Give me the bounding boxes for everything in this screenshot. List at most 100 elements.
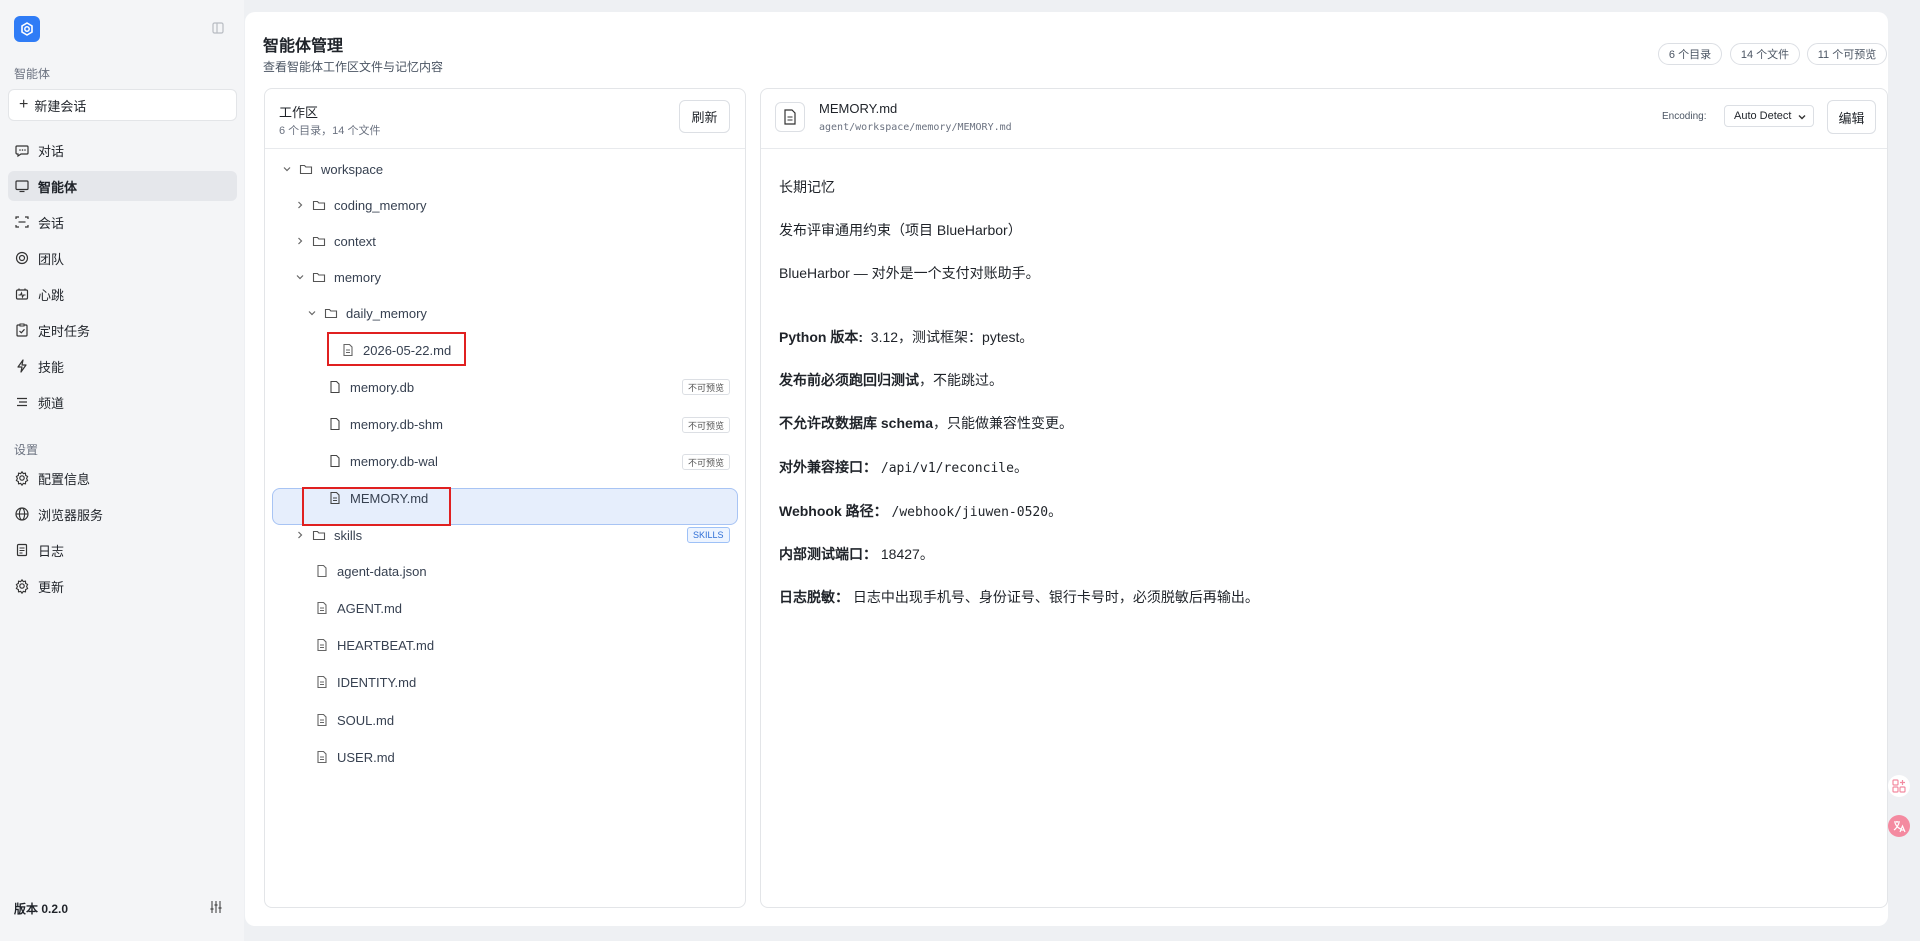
- tree-label: memory.db: [350, 379, 415, 395]
- edit-button[interactable]: 编辑: [1827, 100, 1876, 134]
- tree-file-soul-md[interactable]: SOUL.md: [315, 705, 394, 735]
- tree-label: memory.db-wal: [350, 453, 438, 469]
- monitor-icon: [15, 180, 29, 193]
- tree-label: context: [334, 233, 376, 249]
- sidebar-item-heartbeat[interactable]: 心跳: [8, 279, 237, 309]
- tree-folder-memory[interactable]: memory: [294, 262, 381, 292]
- encoding-label: Encoding:: [1662, 111, 1707, 122]
- sidebar-item-scheduled-tasks[interactable]: 定时任务: [8, 315, 237, 345]
- content-heading-2: 发布评审通用约束（项目 BlueHarbor）: [779, 222, 1022, 238]
- sidebar-item-label: 技能: [38, 359, 65, 375]
- tree-file-heartbeat-md[interactable]: HEARTBEAT.md: [315, 630, 434, 660]
- heartbeat-icon: [15, 288, 29, 300]
- globe-icon: [15, 507, 29, 521]
- tree-folder-daily-memory[interactable]: daily_memory: [306, 298, 427, 328]
- sidebar-item-label: 智能体: [38, 179, 78, 195]
- folder-icon: [312, 200, 326, 211]
- tree-label: memory: [334, 269, 381, 285]
- tree-folder-skills[interactable]: skills: [294, 520, 362, 550]
- content-value: 3.12，测试框架：pytest。: [870, 329, 1034, 345]
- workspace-panel-header: 工作区 6 个目录，14 个文件 刷新: [265, 89, 745, 149]
- scan-icon: [15, 216, 29, 228]
- content-log-masking: 日志脱敏： 日志中出现手机号、身份证号、银行卡号时，必须脱敏后再输出。: [779, 587, 1259, 607]
- clipboard-check-icon: [16, 323, 28, 337]
- app-logo-icon[interactable]: [14, 16, 40, 42]
- sidebar-item-chat[interactable]: 对话: [8, 135, 237, 165]
- file-viewer-header: MEMORY.md agent/workspace/memory/MEMORY.…: [761, 89, 1887, 149]
- sidebar-item-team[interactable]: 团队: [8, 243, 237, 273]
- file-icon: [317, 564, 327, 578]
- tree-label: HEARTBEAT.md: [337, 637, 435, 653]
- content-key: 日志脱敏：: [779, 589, 849, 605]
- tree-label: IDENTITY.md: [337, 674, 417, 690]
- tree-folder-coding-memory[interactable]: coding_memory: [294, 190, 427, 220]
- sidebar: 智能体 + 新建会话 对话 智能体 会话 团队 心跳 定时任务 技能 频道 设置…: [0, 0, 244, 941]
- sidebar-item-label: 日志: [38, 543, 65, 559]
- tree-label: agent-data.json: [337, 563, 427, 579]
- sidebar-collapse-icon[interactable]: [210, 20, 226, 36]
- page-subtitle: 查看智能体工作区文件与记忆内容: [263, 60, 444, 74]
- file-viewer-panel: MEMORY.md agent/workspace/memory/MEMORY.…: [760, 88, 1888, 908]
- tree-file-agent-md[interactable]: AGENT.md: [315, 593, 402, 623]
- gear-icon: [15, 578, 29, 594]
- tree-file-identity-md[interactable]: IDENTITY.md: [315, 667, 416, 697]
- file-icon: [330, 417, 340, 431]
- markdown-file-icon: [317, 713, 327, 727]
- content-intro: BlueHarbor — 对外是一个支付对账助手。: [779, 265, 1040, 281]
- tree-folder-context[interactable]: context: [294, 226, 376, 256]
- gear-icon: [15, 470, 29, 486]
- content-key: 内部测试端口：: [779, 546, 877, 562]
- new-chat-button[interactable]: + 新建会话: [8, 89, 237, 121]
- tree-file-user-md[interactable]: USER.md: [315, 742, 395, 772]
- workspace-title: 工作区: [279, 105, 319, 120]
- annotation-highlight-box: [327, 332, 466, 366]
- stat-badge-dirs: 6 个目录: [1658, 43, 1722, 65]
- chevron-down-icon: [1798, 115, 1806, 120]
- tree-file-memory-db[interactable]: memory.db: [328, 372, 414, 402]
- sidebar-item-label: 浏览器服务: [38, 507, 104, 523]
- content-value: 日志中出现手机号、身份证号、银行卡号时，必须脱敏后再输出。: [852, 589, 1259, 605]
- sidebar-item-label: 团队: [38, 251, 65, 267]
- file-name: MEMORY.md: [819, 101, 898, 116]
- encoding-select[interactable]: Auto Detect: [1724, 105, 1814, 127]
- chevron-right-icon: [298, 237, 303, 245]
- sidebar-item-label: 定时任务: [38, 323, 91, 339]
- tree-label: AGENT.md: [337, 600, 403, 616]
- content-value: ，只能做兼容性变更。: [933, 415, 1074, 431]
- sidebar-item-logs[interactable]: 日志: [8, 535, 237, 565]
- file-type-icon: [775, 102, 805, 132]
- sidebar-item-browser-service[interactable]: 浏览器服务: [8, 499, 237, 529]
- settings-tune-icon[interactable]: [208, 899, 224, 915]
- sidebar-item-label: 心跳: [38, 287, 65, 303]
- sidebar-item-config[interactable]: 配置信息: [8, 463, 237, 493]
- content-key: Webhook 路径：: [779, 503, 888, 519]
- chevron-right-icon: [298, 531, 303, 539]
- tree-file-memory-db-shm[interactable]: memory.db-shm: [328, 409, 443, 439]
- content-key: 对外兼容接口：: [779, 459, 877, 475]
- tree-file-agent-data-json[interactable]: agent-data.json: [315, 556, 427, 586]
- sidebar-item-agent[interactable]: 智能体: [8, 171, 237, 201]
- markdown-file-icon: [317, 638, 327, 652]
- tree-label: coding_memory: [334, 197, 427, 213]
- sidebar-item-update[interactable]: 更新: [8, 571, 237, 601]
- floating-apps-icon[interactable]: [1888, 775, 1910, 797]
- sidebar-item-skills[interactable]: 技能: [8, 351, 237, 381]
- content-python-version: Python 版本: 3.12，测试框架：pytest。: [779, 327, 1033, 347]
- file-path: agent/workspace/memory/MEMORY.md: [819, 122, 1012, 133]
- sidebar-item-label: 频道: [38, 395, 65, 411]
- lightning-icon: [17, 359, 27, 373]
- workspace-panel: 工作区 6 个目录，14 个文件 刷新 workspace coding_mem…: [264, 88, 746, 908]
- floating-translate-icon[interactable]: [1888, 815, 1910, 837]
- refresh-button[interactable]: 刷新: [679, 100, 730, 133]
- sidebar-item-channels[interactable]: 频道: [8, 387, 237, 417]
- markdown-file-icon: [317, 601, 327, 615]
- content-port: 内部测试端口： 18427。: [779, 544, 934, 564]
- tree-label: SOUL.md: [337, 712, 395, 728]
- tree-folder-workspace[interactable]: workspace: [281, 154, 383, 184]
- no-preview-tag: 不可预览: [682, 454, 731, 470]
- sidebar-item-session[interactable]: 会话: [8, 207, 237, 237]
- content-webhook: Webhook 路径： /webhook/jiuwen-0520。: [779, 501, 1062, 521]
- page-title: 智能体管理: [263, 38, 344, 55]
- tree-file-memory-db-wal[interactable]: memory.db-wal: [328, 446, 438, 476]
- folder-icon: [299, 164, 313, 175]
